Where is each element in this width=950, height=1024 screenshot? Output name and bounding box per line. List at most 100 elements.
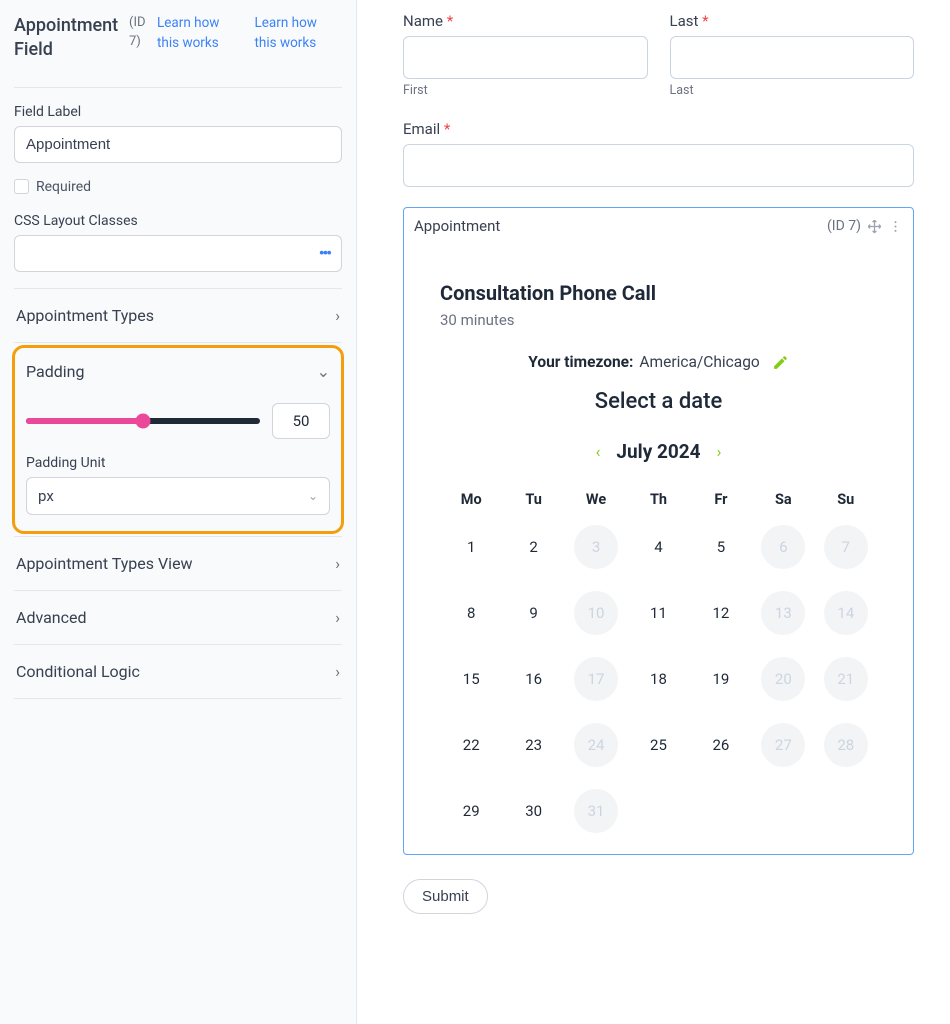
required-checkbox[interactable] — [14, 179, 29, 194]
css-classes-input[interactable] — [14, 235, 342, 272]
calendar-day: 27 — [761, 723, 805, 767]
chevron-right-icon: › — [335, 306, 340, 325]
calendar-day: 20 — [761, 657, 805, 701]
calendar-day[interactable]: 15 — [463, 670, 480, 688]
calendar-day[interactable]: 2 — [529, 538, 537, 556]
conditional-logic-label: Conditional Logic — [16, 662, 140, 681]
timezone-label: Your timezone: — [528, 353, 633, 371]
field-type-title: Appointment Field — [14, 14, 119, 63]
required-asterisk: * — [447, 12, 453, 30]
padding-unit-label: Padding Unit — [26, 455, 330, 471]
email-label: Email * — [403, 120, 914, 138]
calendar-day[interactable]: 12 — [712, 604, 729, 622]
calendar-day[interactable]: 30 — [525, 802, 542, 820]
next-month-icon[interactable]: › — [717, 442, 722, 461]
chevron-down-icon[interactable]: ⌄ — [317, 362, 330, 381]
calendar-day[interactable]: 5 — [717, 538, 725, 556]
submit-button[interactable]: Submit — [403, 879, 488, 914]
field-label-heading: Field Label — [14, 104, 342, 120]
calendar-day[interactable]: 11 — [650, 604, 667, 622]
learn-link-2[interactable]: Learn how this works — [255, 14, 343, 53]
appointment-card-id: (ID 7) — [827, 218, 861, 234]
appointment-card-title: Appointment — [414, 217, 500, 235]
css-options-icon[interactable]: ••• — [319, 244, 330, 263]
last-sublabel: Last — [670, 83, 915, 98]
calendar-day: 17 — [574, 657, 618, 701]
name-label: Name * — [403, 12, 648, 30]
calendar-day[interactable]: 22 — [463, 736, 480, 754]
padding-label: Padding — [26, 362, 84, 381]
calendar-day: 21 — [824, 657, 868, 701]
divider — [14, 698, 342, 699]
name-label-text: Name — [403, 12, 443, 30]
calendar-day[interactable]: 18 — [650, 670, 667, 688]
calendar-month: July 2024 — [616, 440, 700, 463]
calendar-day: 28 — [824, 723, 868, 767]
appointment-types-section[interactable]: Appointment Types › — [14, 289, 342, 342]
chevron-down-icon: ⌄ — [308, 489, 318, 503]
padding-slider[interactable] — [26, 418, 260, 424]
advanced-section[interactable]: Advanced › — [14, 591, 342, 644]
last-name-input[interactable] — [670, 36, 915, 79]
slider-fill — [26, 418, 143, 424]
calendar-day[interactable]: 9 — [529, 604, 537, 622]
chevron-right-icon: › — [335, 662, 340, 681]
field-label-group: Field Label — [14, 104, 342, 163]
slider-thumb[interactable] — [136, 413, 151, 428]
calendar-day[interactable]: 4 — [654, 538, 662, 556]
required-checkbox-row[interactable]: Required — [14, 179, 342, 195]
required-asterisk: * — [444, 120, 450, 138]
learn-link-1[interactable]: Learn how this works — [157, 14, 245, 53]
conditional-logic-section[interactable]: Conditional Logic › — [14, 645, 342, 698]
required-label: Required — [36, 179, 91, 195]
calendar-day[interactable]: 1 — [467, 538, 475, 556]
appointment-field-preview[interactable]: Appointment (ID 7) Consultation Phone Ca… — [403, 207, 914, 855]
calendar-day[interactable]: 25 — [650, 736, 667, 754]
chevron-right-icon: › — [335, 608, 340, 627]
email-field: Email * — [403, 120, 914, 187]
sidebar-header: Appointment Field (ID 7) Learn how this … — [14, 14, 342, 63]
weekday-header: Tu — [502, 483, 564, 516]
calendar-day[interactable]: 26 — [712, 736, 729, 754]
calendar-day: 3 — [574, 525, 618, 569]
calendar-day[interactable]: 19 — [712, 670, 729, 688]
weekday-header: Mo — [440, 483, 502, 516]
css-classes-heading: CSS Layout Classes — [14, 213, 342, 229]
field-label-input[interactable] — [14, 126, 342, 163]
appointment-types-label: Appointment Types — [16, 306, 154, 325]
padding-unit-select[interactable]: px — [26, 477, 330, 515]
form-preview: Name * First Last * Last Email * Appoint… — [357, 0, 950, 1024]
move-icon[interactable] — [867, 219, 882, 234]
weekday-header: Fr — [690, 483, 752, 516]
timezone-row: Your timezone:America/Chicago — [440, 353, 877, 371]
email-input[interactable] — [403, 144, 914, 187]
settings-sidebar: Appointment Field (ID 7) Learn how this … — [0, 0, 357, 1024]
chevron-right-icon: › — [335, 554, 340, 573]
calendar-day: 7 — [824, 525, 868, 569]
select-date-heading: Select a date — [440, 389, 877, 414]
calendar-nav: ‹ July 2024 › — [440, 440, 877, 463]
calendar-day[interactable]: 29 — [463, 802, 480, 820]
first-name-input[interactable] — [403, 36, 648, 79]
weekday-header: We — [565, 483, 627, 516]
weekday-header: Su — [815, 483, 877, 516]
email-label-text: Email — [403, 120, 440, 138]
padding-section: Padding ⌄ 50 Padding Unit px ⌄ — [12, 345, 344, 534]
prev-month-icon[interactable]: ‹ — [596, 442, 601, 461]
calendar-day: 24 — [574, 723, 618, 767]
appointment-types-view-section[interactable]: Appointment Types View › — [14, 537, 342, 590]
padding-value[interactable]: 50 — [272, 403, 330, 439]
kebab-menu-icon[interactable] — [888, 219, 903, 234]
calendar-day: 10 — [574, 591, 618, 635]
pencil-icon[interactable] — [772, 354, 789, 371]
required-asterisk: * — [702, 12, 708, 30]
calendar-day: 14 — [824, 591, 868, 635]
calendar-day[interactable]: 16 — [525, 670, 542, 688]
calendar-day[interactable]: 8 — [467, 604, 475, 622]
name-field: Name * First — [403, 12, 648, 98]
first-sublabel: First — [403, 83, 648, 98]
calendar-day[interactable]: 23 — [525, 736, 542, 754]
calendar: MoTuWeThFrSaSu 1234567891011121314151617… — [440, 483, 877, 834]
last-label-text: Last — [670, 12, 699, 30]
field-id-badge: (ID 7) — [129, 14, 147, 52]
